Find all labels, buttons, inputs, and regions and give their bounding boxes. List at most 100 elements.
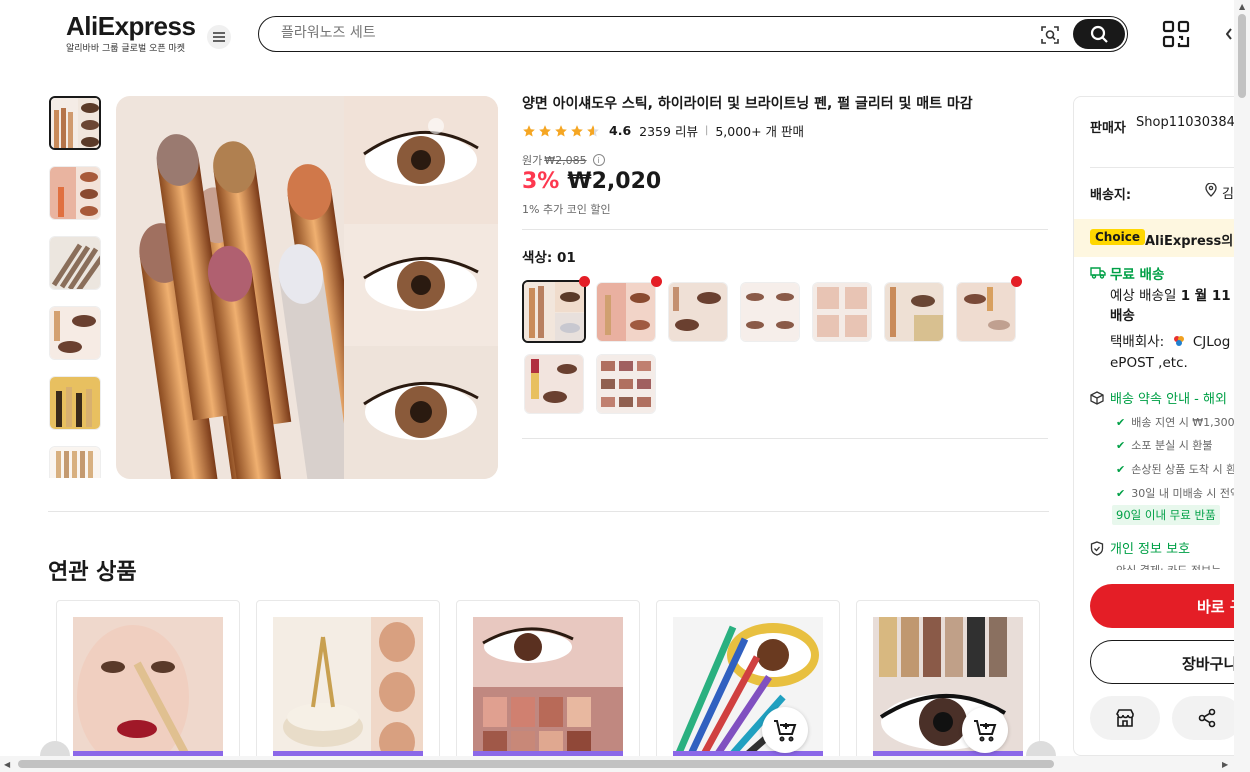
menu-button[interactable] xyxy=(207,25,231,49)
related-product-image xyxy=(473,617,623,767)
search-button[interactable] xyxy=(1073,19,1125,49)
logo[interactable]: AliExpress 알리바바 그룹 글로벌 오픈 마켓 xyxy=(66,12,196,54)
shield-check-icon xyxy=(1090,541,1104,556)
star-rating[interactable] xyxy=(522,124,600,138)
share-icon xyxy=(1198,708,1216,728)
promise-item-text: 배송 지연 시 ₩1,300 · xyxy=(1131,416,1242,429)
divider xyxy=(522,438,1048,439)
color-swatch[interactable] xyxy=(956,282,1016,342)
promise-item: ✔ 손상된 상품 도착 시 환 xyxy=(1116,461,1236,477)
search-input[interactable] xyxy=(281,25,981,41)
thumbnail-list xyxy=(49,96,101,478)
color-swatch[interactable] xyxy=(740,282,800,342)
add-to-cart-button[interactable] xyxy=(762,707,808,753)
search-icon xyxy=(1090,25,1108,43)
rating-row: 4.6 2359 리뷰 | 5,000+ 개 판매 xyxy=(522,121,804,140)
promise-item: ✔ 30일 내 미배송 시 전약 xyxy=(1116,485,1240,501)
check-icon: ✔ xyxy=(1116,462,1126,476)
color-swatch[interactable] xyxy=(596,282,656,342)
seller-label: 판매자 xyxy=(1090,121,1126,136)
courier-extra: ePOST ,etc. xyxy=(1110,355,1188,371)
cart-add-icon xyxy=(974,720,997,742)
related-product-card[interactable] xyxy=(656,600,840,770)
delivery-promise[interactable]: 배송 약속 안내 - 해외 xyxy=(1110,388,1227,407)
search-bar xyxy=(258,16,1128,52)
star-half-icon xyxy=(587,124,599,137)
store-icon xyxy=(1116,709,1134,727)
buy-now-button[interactable]: 바로 구 xyxy=(1090,584,1242,628)
hot-badge-icon xyxy=(651,276,662,287)
courier-name: CJLog xyxy=(1192,334,1231,350)
eta-date: 1 월 11 xyxy=(1180,288,1231,304)
share-button[interactable] xyxy=(1172,696,1242,740)
sold-count: 5,000+ 개 판매 xyxy=(715,124,805,139)
truck-icon xyxy=(1090,267,1106,279)
add-to-cart-button[interactable] xyxy=(962,707,1008,753)
related-product-card[interactable] xyxy=(856,600,1040,770)
related-product-card[interactable] xyxy=(256,600,440,770)
seller-name[interactable]: Shop11030384 xyxy=(1136,115,1235,130)
color-swatch[interactable] xyxy=(596,354,656,414)
check-icon: ✔ xyxy=(1116,415,1126,429)
ship-to-value[interactable]: 김 xyxy=(1222,183,1234,202)
thumbnail[interactable] xyxy=(49,376,101,430)
scroll-up-arrow[interactable]: ▲ xyxy=(1239,2,1245,11)
choice-text: AliExpress의 9 xyxy=(1145,234,1243,249)
related-products-title: 연관 상품 xyxy=(48,560,137,585)
ship-to-label: 배송지: xyxy=(1090,188,1132,203)
camera-search-icon xyxy=(1041,26,1059,44)
vertical-scroll-thumb[interactable] xyxy=(1238,14,1246,98)
menu-icon xyxy=(213,32,225,42)
current-price: ₩2,020 xyxy=(567,169,662,194)
related-product-image xyxy=(273,617,423,767)
color-swatch[interactable] xyxy=(522,280,586,343)
separator: | xyxy=(704,125,709,136)
color-swatch[interactable] xyxy=(524,354,584,414)
qr-code-button[interactable] xyxy=(1162,20,1190,48)
hot-badge-icon xyxy=(1011,276,1022,287)
color-label-colon: : xyxy=(546,250,557,266)
info-icon[interactable]: i xyxy=(592,154,605,166)
shield-box-icon xyxy=(1090,391,1104,405)
horizontal-scroll-thumb[interactable] xyxy=(18,760,1054,768)
thumbnail[interactable] xyxy=(49,96,101,150)
promise-item-text: 소포 분실 시 환불 xyxy=(1131,439,1213,452)
color-label-title: 색상 xyxy=(522,250,547,266)
divider xyxy=(1090,167,1242,168)
privacy-protection[interactable]: 개인 정보 보호 xyxy=(1110,538,1190,557)
related-product-card[interactable] xyxy=(456,600,640,770)
camera-search-button[interactable] xyxy=(1038,23,1062,47)
choice-badge: Choice xyxy=(1090,229,1145,245)
promise-item-text: 손상된 상품 도착 시 환 xyxy=(1131,463,1237,476)
main-product-image[interactable] xyxy=(116,96,498,479)
check-icon: ✔ xyxy=(1116,438,1126,452)
thumbnail[interactable] xyxy=(49,236,101,290)
cart-add-icon xyxy=(774,720,797,742)
color-value: 01 xyxy=(556,250,576,266)
price-row: 3% ₩2,020 xyxy=(522,169,661,194)
logo-subtitle: 알리바바 그룹 글로벌 오픈 마켓 xyxy=(66,44,186,54)
thumbnail[interactable] xyxy=(49,446,101,478)
promise-item: ✔ 소포 분실 시 환불 xyxy=(1116,437,1213,453)
star-icon xyxy=(555,124,567,137)
color-swatch[interactable] xyxy=(668,282,728,342)
color-swatch[interactable] xyxy=(884,282,944,342)
scroll-left-arrow[interactable]: ◀ xyxy=(4,760,10,769)
add-cart-label: 장바구니 xyxy=(1182,655,1238,673)
add-to-cart-main-button[interactable]: 장바구니 xyxy=(1090,640,1242,684)
delivery-eta-suffix: 배송 xyxy=(1110,306,1135,326)
promise-item: ✔ 배송 지연 시 ₩1,300 · xyxy=(1116,414,1242,430)
related-product-card[interactable] xyxy=(56,600,240,770)
free-return-badge: 90일 이내 무료 반품 xyxy=(1112,505,1220,525)
store-button[interactable] xyxy=(1090,696,1160,740)
thumbnail[interactable] xyxy=(49,166,101,220)
color-swatch[interactable] xyxy=(812,282,872,342)
thumbnail[interactable] xyxy=(49,306,101,360)
purchase-panel: 판매자 Shop11030384 배송지: 김 Choice AliExpres… xyxy=(1073,96,1243,756)
scroll-right-arrow[interactable]: ▶ xyxy=(1222,760,1228,769)
vertical-scrollbar[interactable] xyxy=(1234,0,1250,772)
divider xyxy=(522,229,1048,230)
product-title: 양면 아이섀도우 스틱, 하이라이터 및 브라이트닝 펜, 펄 글리터 및 매트… xyxy=(522,96,973,112)
review-count[interactable]: 2359 리뷰 xyxy=(639,121,698,140)
hot-badge-icon xyxy=(579,276,590,287)
